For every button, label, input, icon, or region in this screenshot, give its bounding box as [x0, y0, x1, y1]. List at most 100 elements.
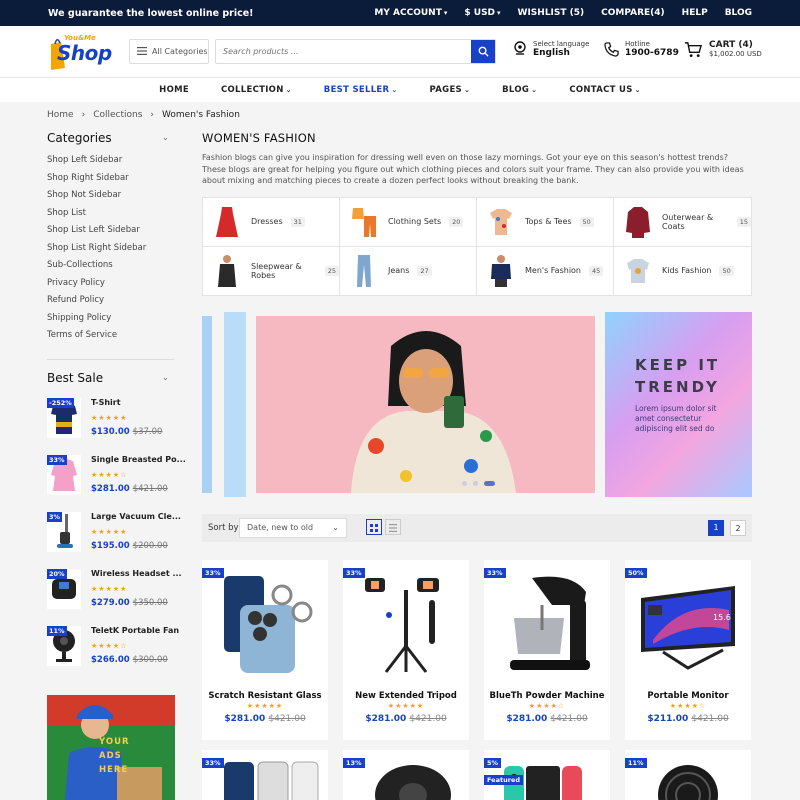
category-tile-tops-tees[interactable]: Tops & Tees 50 — [477, 198, 614, 247]
category-link[interactable]: Sub-Collections — [47, 259, 146, 277]
all-categories-button[interactable]: All Categories — [129, 39, 209, 64]
promo-banner[interactable]: KEEP IT TRENDY Lorem ipsum dolor sit ame… — [605, 312, 752, 497]
category-link[interactable]: Privacy Policy — [47, 277, 146, 295]
currency-select[interactable]: $ USD ▾ — [464, 8, 500, 18]
wishlist-link[interactable]: WISHLIST (5) — [518, 8, 585, 18]
compare-link[interactable]: COMPARE(4) — [601, 8, 665, 18]
rating-stars: ★★★★☆ — [91, 642, 128, 650]
page-title: WOMEN'S FASHION — [202, 131, 316, 145]
product-card[interactable]: 13% — [343, 750, 469, 800]
category-link[interactable]: Shop List Right Sidebar — [47, 242, 146, 260]
product-card[interactable]: 11% — [625, 750, 751, 800]
my-account-link[interactable]: MY ACCOUNT ▾ — [374, 8, 447, 18]
list-view-button[interactable] — [385, 519, 401, 535]
product-name: Large Vacuum Cle... — [91, 512, 181, 521]
category-tile-outerwear-coats[interactable]: Outerwear & Coats 15 — [614, 198, 751, 247]
best-sale-item[interactable]: 11% TeletK Portable Fan ★★★★☆ $266.00 $3… — [47, 626, 179, 674]
breadcrumb-collections[interactable]: Collections — [93, 110, 142, 120]
cart-count: CART (4) — [709, 40, 753, 50]
product-price: $266.00 $300.00 — [91, 655, 168, 665]
product-name: Wireless Headset ... — [91, 569, 182, 578]
clothing-set-icon — [352, 207, 376, 237]
blog-link[interactable]: BLOG — [725, 8, 752, 18]
category-tile-mens-fashion[interactable]: Men's Fashion 45 — [477, 246, 614, 295]
site-logo[interactable]: You&Me Shop — [47, 32, 113, 70]
slide-dot[interactable] — [473, 481, 478, 486]
product-name: T-Shirt — [91, 398, 121, 407]
monitor-size-label: 15.6 — [713, 613, 731, 622]
rating-stars: ★★★★★ — [91, 528, 128, 536]
product-price: $211.00 $421.00 — [647, 714, 729, 724]
mens-fashion-icon — [491, 254, 511, 287]
category-link[interactable]: Shop List Left Sidebar — [47, 224, 146, 242]
breadcrumb-home[interactable]: Home — [47, 110, 74, 120]
page-1-button[interactable]: 1 — [708, 520, 724, 536]
language-value: English — [533, 48, 570, 58]
chevron-right-icon: › — [81, 110, 86, 120]
nav-best-seller[interactable]: BEST SELLER ⌄ — [324, 85, 398, 95]
product-card[interactable]: 33% Scratch Resistant Glass ★★★★★ $281.0… — [202, 560, 328, 740]
sort-toolbar: Sort by Date, new to old ⌄ 1 2 — [202, 514, 752, 542]
category-link[interactable]: Terms of Service — [47, 329, 146, 347]
page-2-button[interactable]: 2 — [730, 520, 746, 536]
language-selector[interactable]: Select language English — [513, 40, 589, 58]
all-categories-label: All Categories — [152, 47, 208, 56]
category-tile-sleepwear-robes[interactable]: Sleepwear & Robes 25 — [203, 246, 340, 295]
main-nav: HOME COLLECTION ⌄ BEST SELLER ⌄ PAGES ⌄ BLO… — [0, 78, 800, 102]
product-card[interactable]: 33% New Extended Tripod ★★★★★ $281.00 $4… — [343, 560, 469, 740]
category-tile-clothing-sets[interactable]: Clothing Sets 20 — [340, 198, 477, 247]
product-image — [224, 576, 313, 673]
category-link[interactable]: Shop List — [47, 207, 146, 225]
product-name: New Extended Tripod — [355, 691, 457, 701]
featured-badge: Featured — [484, 775, 523, 785]
rating-stars: ★★★★★ — [387, 702, 425, 710]
hero-banner[interactable] — [256, 316, 595, 493]
best-sale-item[interactable]: 33% Single Breasted Po... ★★★★☆ $281.00 … — [47, 455, 186, 503]
help-link[interactable]: HELP — [682, 8, 708, 18]
hotline[interactable]: Hotline 1900-6789 — [604, 40, 679, 58]
category-tile-jeans[interactable]: Jeans 27 — [340, 246, 477, 295]
best-sale-heading[interactable]: Best Sale ⌄ — [47, 371, 169, 385]
category-tile-dresses[interactable]: Dresses 31 — [203, 198, 340, 247]
best-sale-item[interactable]: 20% Wireless Headset ... ★★★★★ $279.00 $… — [47, 569, 182, 617]
product-card[interactable]: 33% — [202, 750, 328, 800]
category-link[interactable]: Shipping Policy — [47, 312, 146, 330]
chevron-down-icon: ⌄ — [285, 86, 292, 94]
nav-home[interactable]: HOME — [159, 85, 189, 95]
product-name: Portable Monitor — [647, 691, 729, 701]
category-link[interactable]: Refund Policy — [47, 294, 146, 312]
sidebar-ad-banner[interactable]: YOUR ADS HERE — [47, 695, 175, 800]
search-input[interactable] — [216, 40, 471, 63]
cart-icon — [685, 41, 702, 57]
category-list: Shop Left Sidebar Shop Right Sidebar Sho… — [47, 154, 146, 347]
best-sale-item[interactable]: -252% T-Shirt ★★★★★ $130.00 $37.00 — [47, 398, 177, 446]
ad-text: YOUR ADS HERE — [99, 737, 130, 775]
product-name: Scratch Resistant Glass — [208, 691, 322, 701]
product-card[interactable]: 33% BlueTh Powder Machine ★★★★☆ $281.00 … — [484, 560, 610, 740]
chevron-down-icon: ⌄ — [634, 86, 641, 94]
search-button[interactable] — [471, 40, 495, 63]
category-link[interactable]: Shop Left Sidebar — [47, 154, 146, 172]
category-link[interactable]: Shop Not Sidebar — [47, 189, 146, 207]
rating-stars: ★★★★☆ — [91, 471, 128, 479]
slide-dot-active[interactable] — [484, 481, 495, 486]
category-tile-kids-fashion[interactable]: Kids Fashion 50 — [614, 247, 751, 296]
nav-collection[interactable]: COLLECTION ⌄ — [221, 85, 292, 95]
product-card[interactable]: 5% Featured — [484, 750, 610, 800]
product-price: $195.00 $200.00 — [91, 541, 168, 551]
sort-select[interactable]: Date, new to old ⌄ — [239, 518, 347, 538]
nav-blog[interactable]: BLOG ⌄ — [502, 85, 537, 95]
nav-pages[interactable]: PAGES ⌄ — [430, 85, 471, 95]
category-link[interactable]: Shop Right Sidebar — [47, 172, 146, 190]
nav-contact-us[interactable]: CONTACT US ⌄ — [569, 85, 641, 95]
slide-dot[interactable] — [462, 481, 467, 486]
best-sale-item[interactable]: 3% Large Vacuum Cle... ★★★★★ $195.00 $20… — [47, 512, 181, 560]
categories-heading[interactable]: Categories ⌄ — [47, 131, 169, 145]
cart-button[interactable]: CART (4) $1,002.00 USD — [684, 40, 762, 58]
list-icon — [389, 524, 397, 532]
product-name: BlueTh Powder Machine — [489, 691, 605, 701]
product-card[interactable]: 15.6 50% Portable Monitor ★★★★☆ $211.00 … — [625, 560, 751, 740]
grid-view-button[interactable] — [366, 519, 382, 535]
chevron-down-icon: ⌄ — [391, 86, 398, 94]
discount-badge: 11% — [625, 758, 647, 768]
